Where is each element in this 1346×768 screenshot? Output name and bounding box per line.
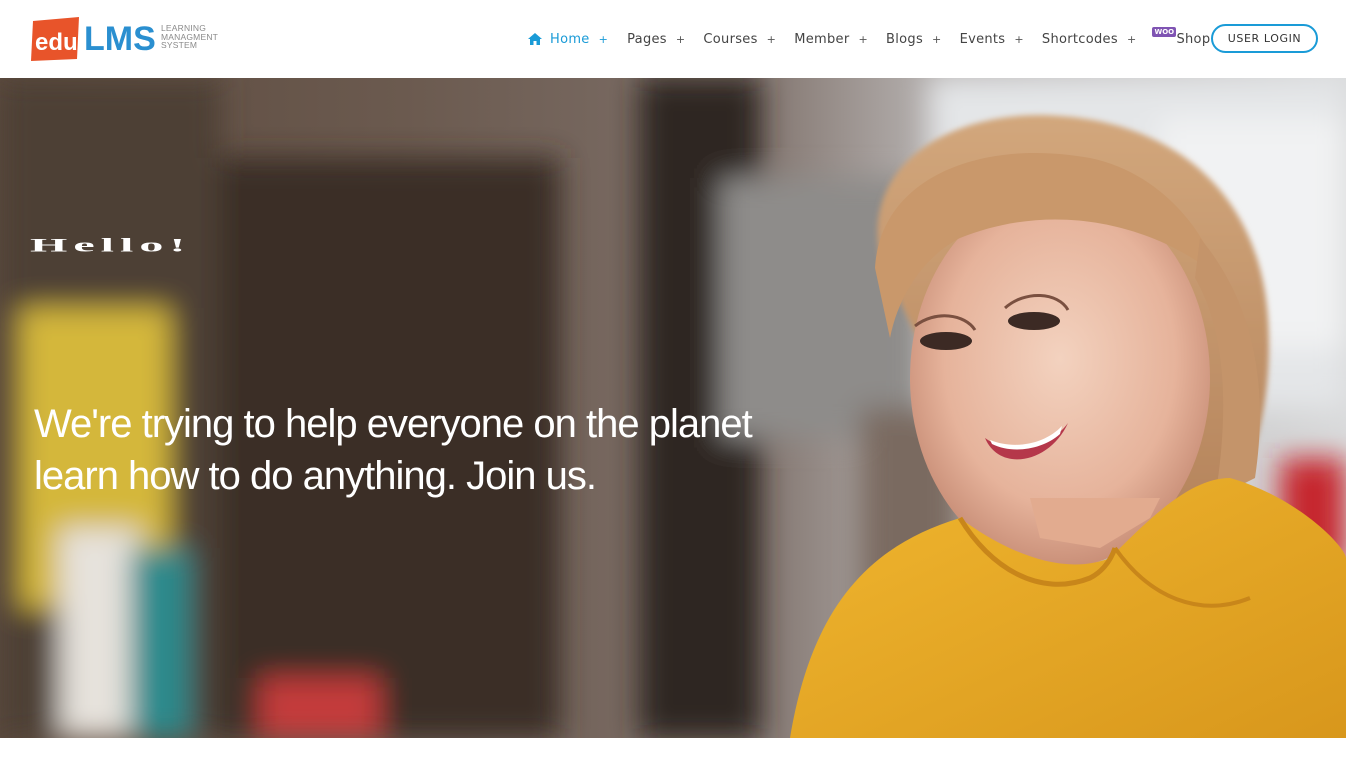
main-nav: Home + Pages + Courses + Member + Blogs … (520, 0, 1229, 78)
nav-item-label: Courses (703, 31, 758, 47)
expand-plus-icon[interactable]: + (1127, 33, 1137, 46)
woo-badge-icon: WOO (1152, 27, 1177, 37)
nav-item-label: Member (794, 31, 850, 47)
logo-tagline: LEARNING MANAGMENT SYSTEM (161, 23, 219, 50)
nav-item-label: Home (550, 31, 590, 47)
nav-item-home[interactable]: Home + (528, 0, 608, 78)
nav-item-events[interactable]: Events + (960, 0, 1024, 78)
nav-item-courses[interactable]: Courses + (703, 0, 776, 78)
expand-plus-icon[interactable]: + (599, 33, 609, 46)
site-logo[interactable]: edu LMS LEARNING MANAGMENT SYSTEM (31, 17, 231, 63)
expand-plus-icon[interactable]: + (858, 33, 868, 46)
nav-item-member[interactable]: Member + (794, 0, 868, 78)
user-login-button[interactable]: USER LOGIN (1211, 24, 1318, 53)
home-icon (528, 33, 542, 45)
nav-item-label: Events (959, 31, 1006, 47)
nav-item-blogs[interactable]: Blogs + (886, 0, 942, 78)
page-content-start (0, 738, 1346, 768)
site-header: edu LMS LEARNING MANAGMENT SYSTEM Home +… (0, 0, 1346, 78)
nav-item-pages[interactable]: Pages + (627, 0, 685, 78)
expand-plus-icon[interactable]: + (676, 33, 686, 46)
hero-headline: We're trying to help everyone on the pla… (34, 402, 753, 498)
svg-text:edu: edu (35, 29, 78, 56)
hero-greeting: Hello! (30, 234, 192, 256)
expand-plus-icon[interactable]: + (1014, 33, 1024, 46)
nav-item-label: Shop (1176, 31, 1211, 47)
nav-item-shortcodes[interactable]: Shortcodes + (1042, 0, 1137, 78)
logo-brand: LMS (84, 20, 156, 58)
nav-item-label: Pages (627, 31, 667, 47)
expand-plus-icon[interactable]: + (767, 33, 777, 46)
expand-plus-icon[interactable]: + (932, 33, 942, 46)
nav-item-label: Shortcodes (1041, 31, 1118, 47)
hero-banner: Hello! We're trying to help everyone on … (0, 78, 1346, 738)
nav-item-label: Blogs (886, 31, 924, 47)
edu-logo-badge: edu (31, 17, 79, 61)
